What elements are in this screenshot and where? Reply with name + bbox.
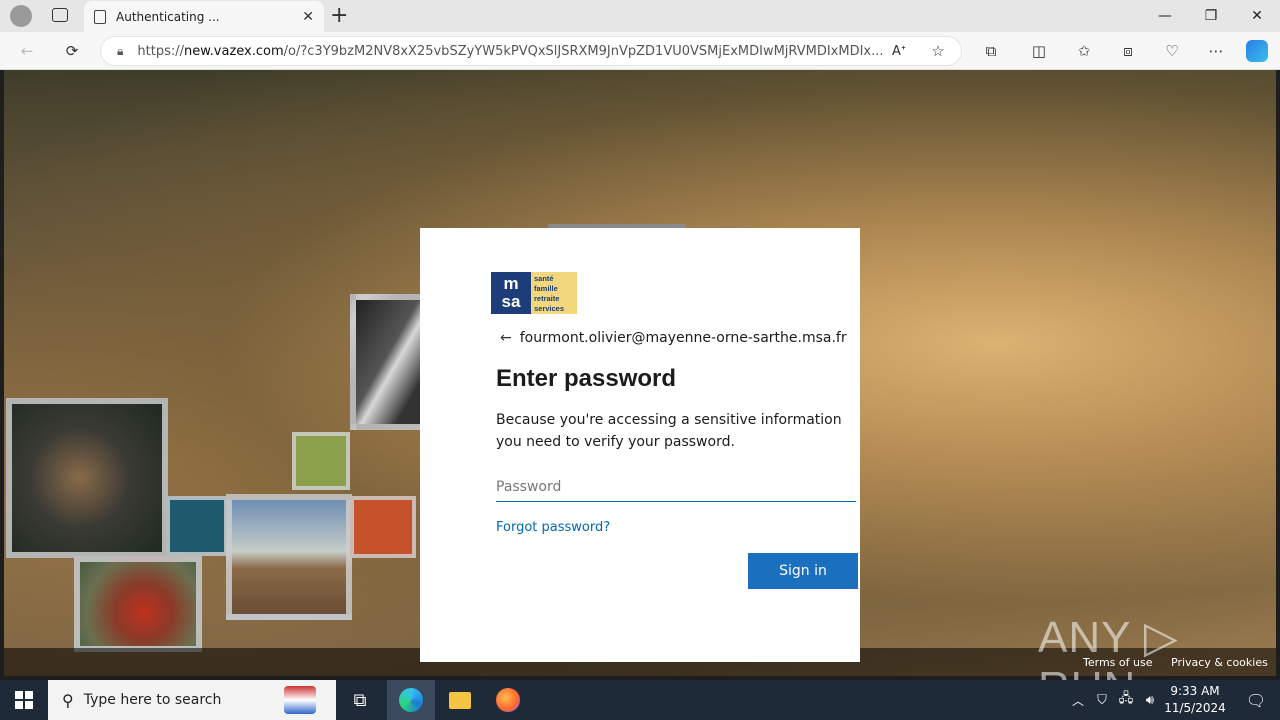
close-window-button[interactable]: ✕ <box>1234 0 1280 32</box>
tab-authenticating[interactable]: Authenticating ... ✕ <box>84 1 324 32</box>
back-icon[interactable]: ← <box>16 40 38 62</box>
teal-square <box>166 496 228 556</box>
tractor-photo <box>226 494 352 620</box>
maximize-button[interactable]: ❐ <box>1188 0 1234 32</box>
favorites-icon[interactable]: ✩ <box>1073 40 1095 62</box>
lock-icon: 🔒︎ <box>117 43 124 58</box>
search-highlight-icon <box>284 686 316 714</box>
page-icon <box>94 9 106 24</box>
search-icon: ⚲ <box>62 690 74 710</box>
clock-date: 11/5/2024 <box>1164 701 1226 715</box>
search-placeholder: Type here to search <box>83 692 222 708</box>
url-path: /o/?c3Y9bzM2NV8xX25vbSZyYW5kPVQxSlJSRXM9… <box>283 43 884 59</box>
logo-letter-top: m <box>503 274 519 293</box>
favorite-star-icon[interactable]: ☆ <box>927 40 949 62</box>
identity-row[interactable]: ← fourmont.olivier@mayenne-orne-sarthe.m… <box>500 330 847 346</box>
extensions-icon[interactable]: ⧉ <box>980 40 1002 62</box>
read-aloud-icon[interactable]: Aᐩ <box>888 40 910 62</box>
firefox-icon[interactable] <box>484 680 532 720</box>
more-menu-icon[interactable]: ⋯ <box>1205 40 1227 62</box>
minimize-button[interactable]: — <box>1142 0 1188 32</box>
url-host: new.vazex.com <box>184 43 284 59</box>
forgot-password-link[interactable]: Forgot password? <box>496 520 610 535</box>
logo-tag: services <box>534 304 565 313</box>
network-icon[interactable]: 🖧︎ <box>1114 680 1138 720</box>
hands-photo <box>6 398 168 558</box>
browser-essentials-icon[interactable]: ♡ <box>1161 40 1183 62</box>
notifications-icon[interactable]: 🗨︎ <box>1232 680 1280 720</box>
url-prefix: https:// <box>137 43 184 59</box>
windows-start-icon[interactable] <box>0 680 48 720</box>
logo-tag: santé <box>534 274 554 283</box>
clock[interactable]: 9:33 AM 11/5/2024 <box>1160 683 1230 717</box>
edge-taskbar-icon[interactable] <box>387 680 435 720</box>
login-dialog: m sa santé famille retraite services ← f… <box>420 228 860 662</box>
sign-in-button[interactable]: Sign in <box>748 553 858 589</box>
clock-time: 9:33 AM <box>1170 684 1220 698</box>
page-title: Enter password <box>496 365 677 392</box>
split-screen-icon[interactable]: ◫ <box>1028 40 1050 62</box>
logo-tag: retraite <box>534 294 560 303</box>
profile-icon[interactable] <box>10 5 32 27</box>
tomatoes-photo <box>74 556 202 652</box>
volume-icon[interactable]: 🔊︎ <box>1138 680 1162 720</box>
back-arrow-icon[interactable]: ← <box>500 330 512 346</box>
tab-close-icon[interactable]: ✕ <box>302 9 314 25</box>
address-bar[interactable]: 🔒︎ https://new.vazex.com/o/?c3Y9bzM2NV8x… <box>100 36 962 66</box>
tab-title: Authenticating ... <box>116 9 220 24</box>
description-text: Because you're accessing a sensitive inf… <box>496 412 842 450</box>
taskbar-search[interactable]: ⚲ Type here to search <box>48 680 336 720</box>
logo-letter-bottom: sa <box>501 292 521 311</box>
file-explorer-icon[interactable] <box>436 680 484 720</box>
msa-logo: m sa santé famille retraite services <box>491 272 577 314</box>
security-tray-icon[interactable]: ⛉ <box>1090 680 1114 720</box>
refresh-icon[interactable]: ⟳ <box>61 40 83 62</box>
account-email: fourmont.olivier@mayenne-orne-sarthe.msa… <box>519 330 847 346</box>
copilot-icon[interactable] <box>1246 40 1268 62</box>
logo-tag: famille <box>534 284 558 293</box>
password-input[interactable] <box>496 472 856 502</box>
collections-icon[interactable]: ⧈ <box>1117 40 1139 62</box>
logo-mark: m sa <box>491 272 531 314</box>
green-square <box>292 432 350 490</box>
orange-square <box>350 496 416 558</box>
task-view-icon[interactable]: ⧉ <box>336 680 384 720</box>
tab-actions-icon[interactable] <box>52 8 68 22</box>
new-tab-button[interactable]: + <box>330 3 348 28</box>
logo-tags: santé famille retraite services <box>531 272 577 314</box>
tray-overflow-icon[interactable]: ︿ <box>1066 680 1090 720</box>
sheep-photo <box>350 294 430 430</box>
